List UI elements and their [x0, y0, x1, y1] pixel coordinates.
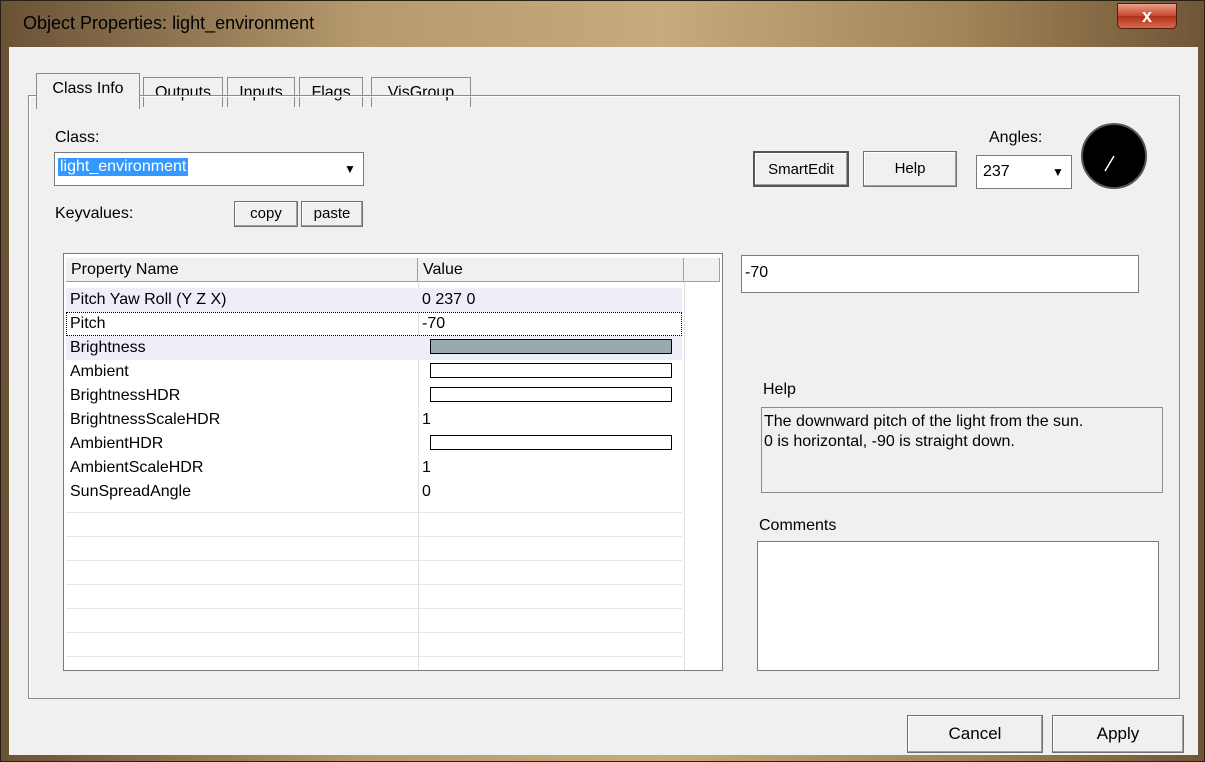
- close-button[interactable]: x: [1117, 3, 1177, 29]
- property-name: Pitch Yaw Roll (Y Z X): [70, 291, 227, 308]
- table-row[interactable]: BrightnessScaleHDR 1: [66, 408, 682, 432]
- class-value: light_environment: [58, 158, 189, 176]
- help-text-line: The downward pitch of the light from the…: [764, 413, 1084, 430]
- property-value: 1: [422, 459, 431, 476]
- property-value: 0 237 0: [422, 291, 476, 308]
- comments-textarea[interactable]: [757, 541, 1159, 671]
- property-name: BrightnessScaleHDR: [70, 411, 221, 428]
- property-name: BrightnessHDR: [70, 387, 181, 404]
- angles-dropdown[interactable]: 237 ▼: [976, 155, 1072, 189]
- table-row[interactable]: Ambient: [66, 360, 682, 384]
- chevron-down-icon[interactable]: ▼: [1047, 158, 1069, 186]
- table-row[interactable]: AmbientHDR: [66, 432, 682, 456]
- help-label: Help: [763, 381, 796, 398]
- class-dropdown[interactable]: light_environment ▼: [54, 152, 364, 186]
- table-row[interactable]: SunSpreadAngle 0: [66, 480, 682, 504]
- class-label: Class:: [55, 129, 100, 146]
- apply-button[interactable]: Apply: [1052, 715, 1184, 753]
- angles-value: 237: [983, 163, 1010, 180]
- property-value: 1: [422, 411, 431, 428]
- table-row[interactable]: AmbientScaleHDR 1: [66, 456, 682, 480]
- column-header-empty: [684, 258, 720, 282]
- table-row[interactable]: Pitch Yaw Roll (Y Z X) 0 237 0: [66, 288, 682, 312]
- column-header-value[interactable]: Value: [418, 258, 684, 282]
- ambienthdr-color-swatch[interactable]: [430, 435, 672, 450]
- help-button[interactable]: Help: [863, 151, 957, 187]
- paste-button[interactable]: paste: [301, 201, 363, 227]
- ambient-color-swatch[interactable]: [430, 363, 672, 378]
- chevron-down-icon[interactable]: ▼: [339, 155, 361, 183]
- copy-button[interactable]: copy: [234, 201, 298, 227]
- table-row[interactable]: Brightness: [66, 336, 682, 360]
- value-input[interactable]: -70: [741, 255, 1139, 293]
- property-name: AmbientScaleHDR: [70, 459, 204, 476]
- brightness-color-swatch[interactable]: [430, 339, 672, 354]
- object-properties-window: Object Properties: light_environment x C…: [0, 0, 1205, 762]
- comments-label: Comments: [759, 517, 837, 534]
- property-name: SunSpreadAngle: [70, 483, 191, 500]
- table-row[interactable]: BrightnessHDR: [66, 384, 682, 408]
- tab-class-info[interactable]: Class Info: [36, 73, 140, 109]
- smartedit-button[interactable]: SmartEdit: [753, 151, 849, 187]
- property-name: Brightness: [70, 339, 146, 356]
- help-text-line: 0 is horizontal, -90 is straight down.: [764, 433, 1015, 450]
- angles-label: Angles:: [989, 129, 1043, 146]
- property-name: Pitch: [70, 315, 106, 332]
- column-header-property-name[interactable]: Property Name: [66, 258, 418, 282]
- property-name: Ambient: [70, 363, 129, 380]
- table-row-selected[interactable]: Pitch -70: [66, 312, 682, 336]
- angle-dial-icon[interactable]: [1081, 123, 1147, 189]
- window-title: Object Properties: light_environment: [23, 13, 315, 33]
- property-value: 0: [422, 483, 431, 500]
- property-grid[interactable]: Property Name Value Pitch Yaw Roll (Y Z …: [63, 253, 723, 671]
- brightnesshdr-color-swatch[interactable]: [430, 387, 672, 402]
- property-value: -70: [422, 315, 446, 332]
- title-bar[interactable]: Object Properties: light_environment x: [1, 1, 1205, 47]
- keyvalues-label: Keyvalues:: [55, 205, 134, 222]
- property-name: AmbientHDR: [70, 435, 164, 452]
- cancel-button[interactable]: Cancel: [907, 715, 1043, 753]
- help-text-box: The downward pitch of the light from the…: [761, 407, 1163, 493]
